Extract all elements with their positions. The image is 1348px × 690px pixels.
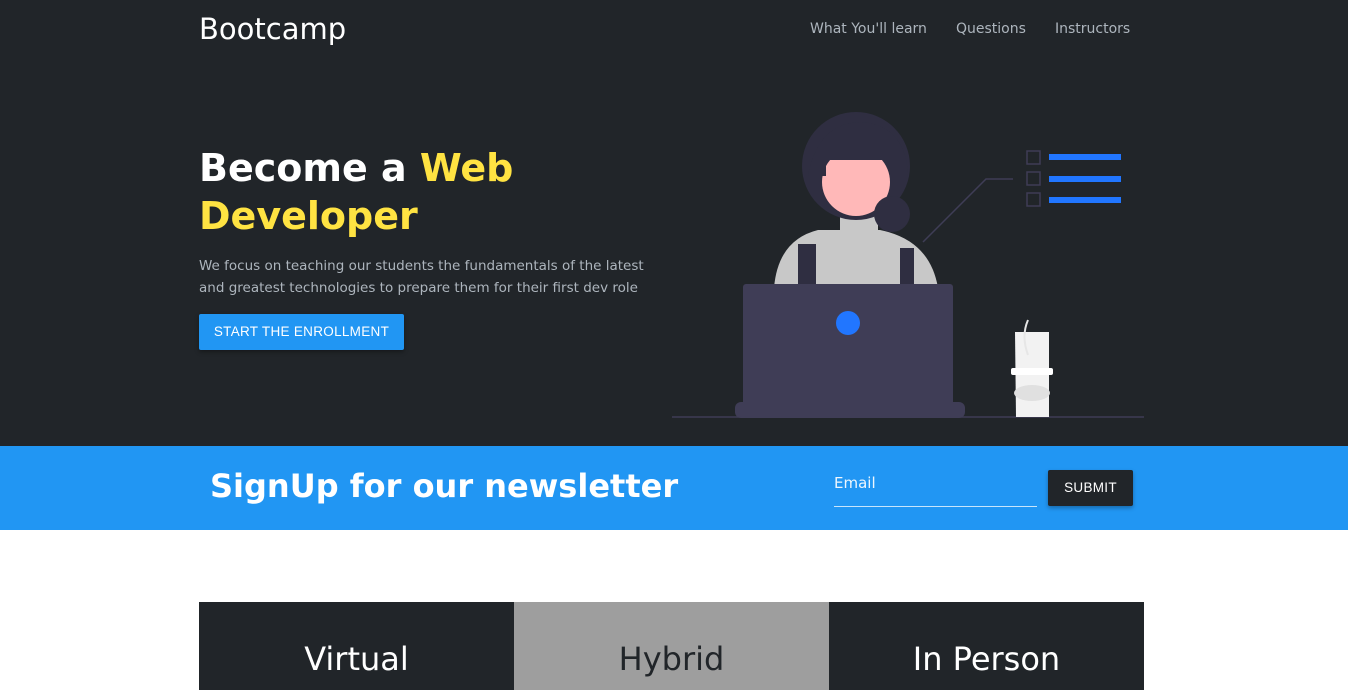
nav-link-what-youll-learn[interactable]: What You'll learn xyxy=(810,21,927,37)
nav-link-instructors[interactable]: Instructors xyxy=(1055,21,1130,37)
nav-link-questions[interactable]: Questions xyxy=(956,21,1026,37)
navbar: Bootcamp What You'll learn Questions Ins… xyxy=(0,0,1348,60)
hero-description: We focus on teaching our students the fu… xyxy=(199,258,644,296)
card-title-hybrid: Hybrid xyxy=(618,640,725,678)
newsletter-section: SignUp for our newsletter SUBMIT xyxy=(0,446,1348,530)
start-enrollment-button[interactable]: START THE ENROLLMENT xyxy=(199,314,404,350)
hero-title: Become a Web Developer xyxy=(199,144,679,240)
hero-title-prefix: Become a xyxy=(199,146,420,190)
hero-section: Become a Web Developer We focus on teach… xyxy=(0,60,1348,446)
card-in-person: In Person xyxy=(829,602,1144,690)
card-virtual: Virtual xyxy=(199,602,514,690)
newsletter-title: SignUp for our newsletter xyxy=(210,467,679,505)
submit-button[interactable]: SUBMIT xyxy=(1048,470,1133,506)
brand-logo[interactable]: Bootcamp xyxy=(199,12,346,46)
email-input[interactable] xyxy=(834,470,1037,507)
card-title-in-person: In Person xyxy=(912,640,1061,678)
woman-at-laptop-illustration xyxy=(672,112,1144,418)
card-hybrid: Hybrid xyxy=(514,602,829,690)
card-title-virtual: Virtual xyxy=(304,640,409,678)
